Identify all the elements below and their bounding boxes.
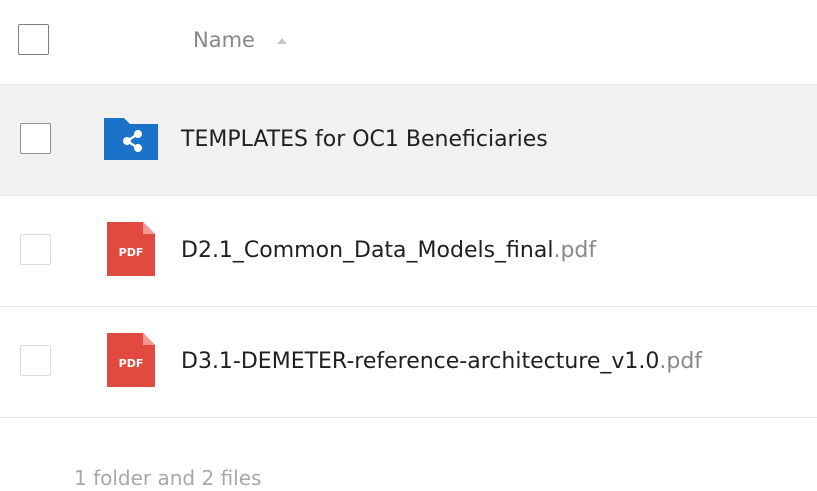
- pdf-icon-label: PDF: [119, 357, 144, 370]
- file-basename: D3.1-DEMETER-reference-architecture_v1.0: [181, 349, 660, 374]
- file-basename: TEMPLATES for OC1 Beneficiaries: [181, 127, 548, 152]
- file-extension: .pdf: [659, 349, 703, 374]
- pdf-icon-label: PDF: [119, 246, 144, 259]
- sort-ascending-icon: [276, 38, 287, 44]
- file-extension: .pdf: [553, 238, 597, 263]
- shared-folder-icon: [104, 118, 158, 160]
- file-name[interactable]: D2.1_Common_Data_Models_final.pdf: [181, 196, 596, 306]
- file-row[interactable]: PDF D3.1-DEMETER-reference-architecture_…: [0, 307, 817, 418]
- row-checkbox[interactable]: [20, 234, 51, 265]
- file-count-summary: 1 folder and 2 files: [74, 466, 262, 490]
- name-column-header[interactable]: Name: [193, 24, 287, 56]
- file-name[interactable]: D3.1-DEMETER-reference-architecture_v1.0…: [181, 307, 702, 417]
- file-name[interactable]: TEMPLATES for OC1 Beneficiaries: [181, 85, 548, 195]
- row-checkbox[interactable]: [20, 345, 51, 376]
- pdf-file-icon: PDF: [107, 333, 155, 387]
- pdf-file-icon: PDF: [107, 222, 155, 276]
- file-list: Name TEMPLATES for OC1 Beneficiaries PDF…: [0, 0, 817, 491]
- file-basename: D2.1_Common_Data_Models_final: [181, 238, 554, 263]
- file-row[interactable]: TEMPLATES for OC1 Beneficiaries: [0, 85, 817, 196]
- name-column-label: Name: [193, 28, 255, 52]
- select-all-checkbox[interactable]: [18, 24, 49, 55]
- row-checkbox[interactable]: [20, 123, 51, 154]
- file-row[interactable]: PDF D2.1_Common_Data_Models_final.pdf: [0, 196, 817, 307]
- file-list-header: Name: [0, 0, 817, 85]
